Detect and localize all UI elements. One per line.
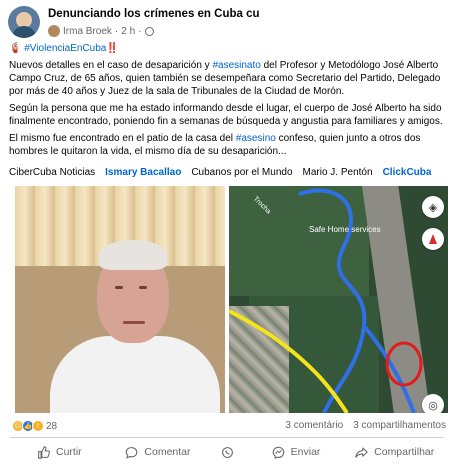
- person-eye-left: [115, 286, 123, 289]
- tag-clickcuba[interactable]: ClickCuba: [383, 167, 432, 178]
- avatar-body: [12, 26, 36, 38]
- comment-count[interactable]: 3 comentário: [285, 420, 343, 431]
- yellow-route: [229, 309, 349, 413]
- comment-icon: [126, 446, 138, 459]
- exclamation-emoji: ‼️: [106, 43, 119, 54]
- post-stats: 3 comentário 3 compartilhamentos: [285, 420, 446, 431]
- tag-cibercuba[interactable]: CiberCuba Noticias: [9, 167, 95, 178]
- paragraph-1: Nuevos detalles en el caso de desaparici…: [9, 59, 445, 98]
- whatsapp-button[interactable]: [207, 441, 246, 463]
- paragraph-2: Según la persona que me ha estado inform…: [9, 103, 443, 127]
- person-hair: [99, 240, 167, 270]
- tag-ismary-bacallao[interactable]: Ismary Bacallao: [105, 167, 181, 178]
- reaction-summary[interactable]: ☹ 👍 ! 28: [12, 420, 57, 432]
- hashtag-asesino[interactable]: #asesino: [236, 133, 276, 144]
- tagged-pages: CiberCuba Noticias Ismary Bacallao Cuban…: [9, 167, 449, 178]
- tag-cubanos-por-el-mundo[interactable]: Cubanos por el Mundo: [191, 167, 292, 178]
- send-label: Enviar: [290, 446, 321, 458]
- post-meta: Irma Broek · 2 h ·: [48, 25, 154, 37]
- hashtag-asesinato[interactable]: #asesinato: [212, 60, 260, 71]
- group-avatar[interactable]: [8, 6, 40, 38]
- author-avatar[interactable]: [48, 25, 60, 37]
- person-shirt: [50, 336, 220, 413]
- alert-emoji: 🧯: [9, 43, 22, 54]
- paragraph-3-text-a: El mismo fue encontrado en el patio de l…: [9, 133, 236, 144]
- photo-portrait[interactable]: [15, 186, 225, 413]
- whatsapp-icon: [221, 446, 233, 458]
- hashtag-violencia[interactable]: #ViolenciaEnCuba: [24, 43, 106, 54]
- post-card: Denunciando los crímenes en Cuba cu Irma…: [0, 0, 454, 465]
- send-icon: [272, 446, 284, 459]
- post-time[interactable]: 2 h: [121, 26, 135, 37]
- person-mouth: [123, 321, 145, 324]
- author-name[interactable]: Irma Broek: [63, 26, 112, 37]
- map-routes: [229, 188, 423, 413]
- divider: [10, 437, 444, 438]
- hashtag-line: 🧯 #ViolenciaEnCuba‼️: [9, 42, 445, 55]
- map-place-label: Safe Home services: [309, 225, 381, 234]
- meta-separator: ·: [114, 25, 119, 37]
- comment-button[interactable]: Comentar: [109, 441, 208, 463]
- paragraph-3: El mismo fue encontrado en el patio de l…: [9, 132, 445, 158]
- post-header: Denunciando los crímenes en Cuba cu Irma…: [8, 6, 446, 38]
- post-text: 🧯 #ViolenciaEnCuba‼️ Nuevos detalles en …: [9, 42, 445, 162]
- share-count[interactable]: 3 compartilhamentos: [353, 420, 446, 431]
- group-name[interactable]: Denunciando los crímenes en Cuba cu: [48, 8, 260, 20]
- share-icon: [355, 447, 368, 458]
- angry-reaction-icon: !: [32, 420, 44, 432]
- like-label: Curtir: [55, 446, 82, 458]
- tag-mario-penton[interactable]: Mario J. Pentón: [303, 167, 373, 178]
- reaction-icons: ☹ 👍 !: [12, 420, 44, 432]
- paragraph-1-text-a: Nuevos detalles en el caso de desaparici…: [9, 60, 213, 71]
- share-label: Compartilhar: [374, 446, 435, 458]
- blue-route: [298, 188, 367, 413]
- meta-separator: ·: [138, 25, 142, 37]
- post-actions: Curtir Comentar Enviar Compartilhar: [10, 441, 444, 463]
- photo-satellite-map[interactable]: Trocha Safe Home services ◈ ◎: [229, 186, 448, 413]
- share-button[interactable]: Compartilhar: [345, 441, 444, 463]
- globe-icon: [144, 26, 154, 36]
- reaction-count: 28: [46, 420, 58, 432]
- compass-icon[interactable]: [422, 228, 444, 250]
- layers-icon[interactable]: ◈: [422, 196, 444, 218]
- send-button[interactable]: Enviar: [247, 441, 346, 463]
- comment-label: Comentar: [144, 446, 191, 458]
- like-icon: [38, 445, 50, 459]
- person-eye-right: [139, 286, 147, 289]
- locate-icon[interactable]: ◎: [422, 394, 444, 413]
- like-button[interactable]: Curtir: [10, 441, 109, 463]
